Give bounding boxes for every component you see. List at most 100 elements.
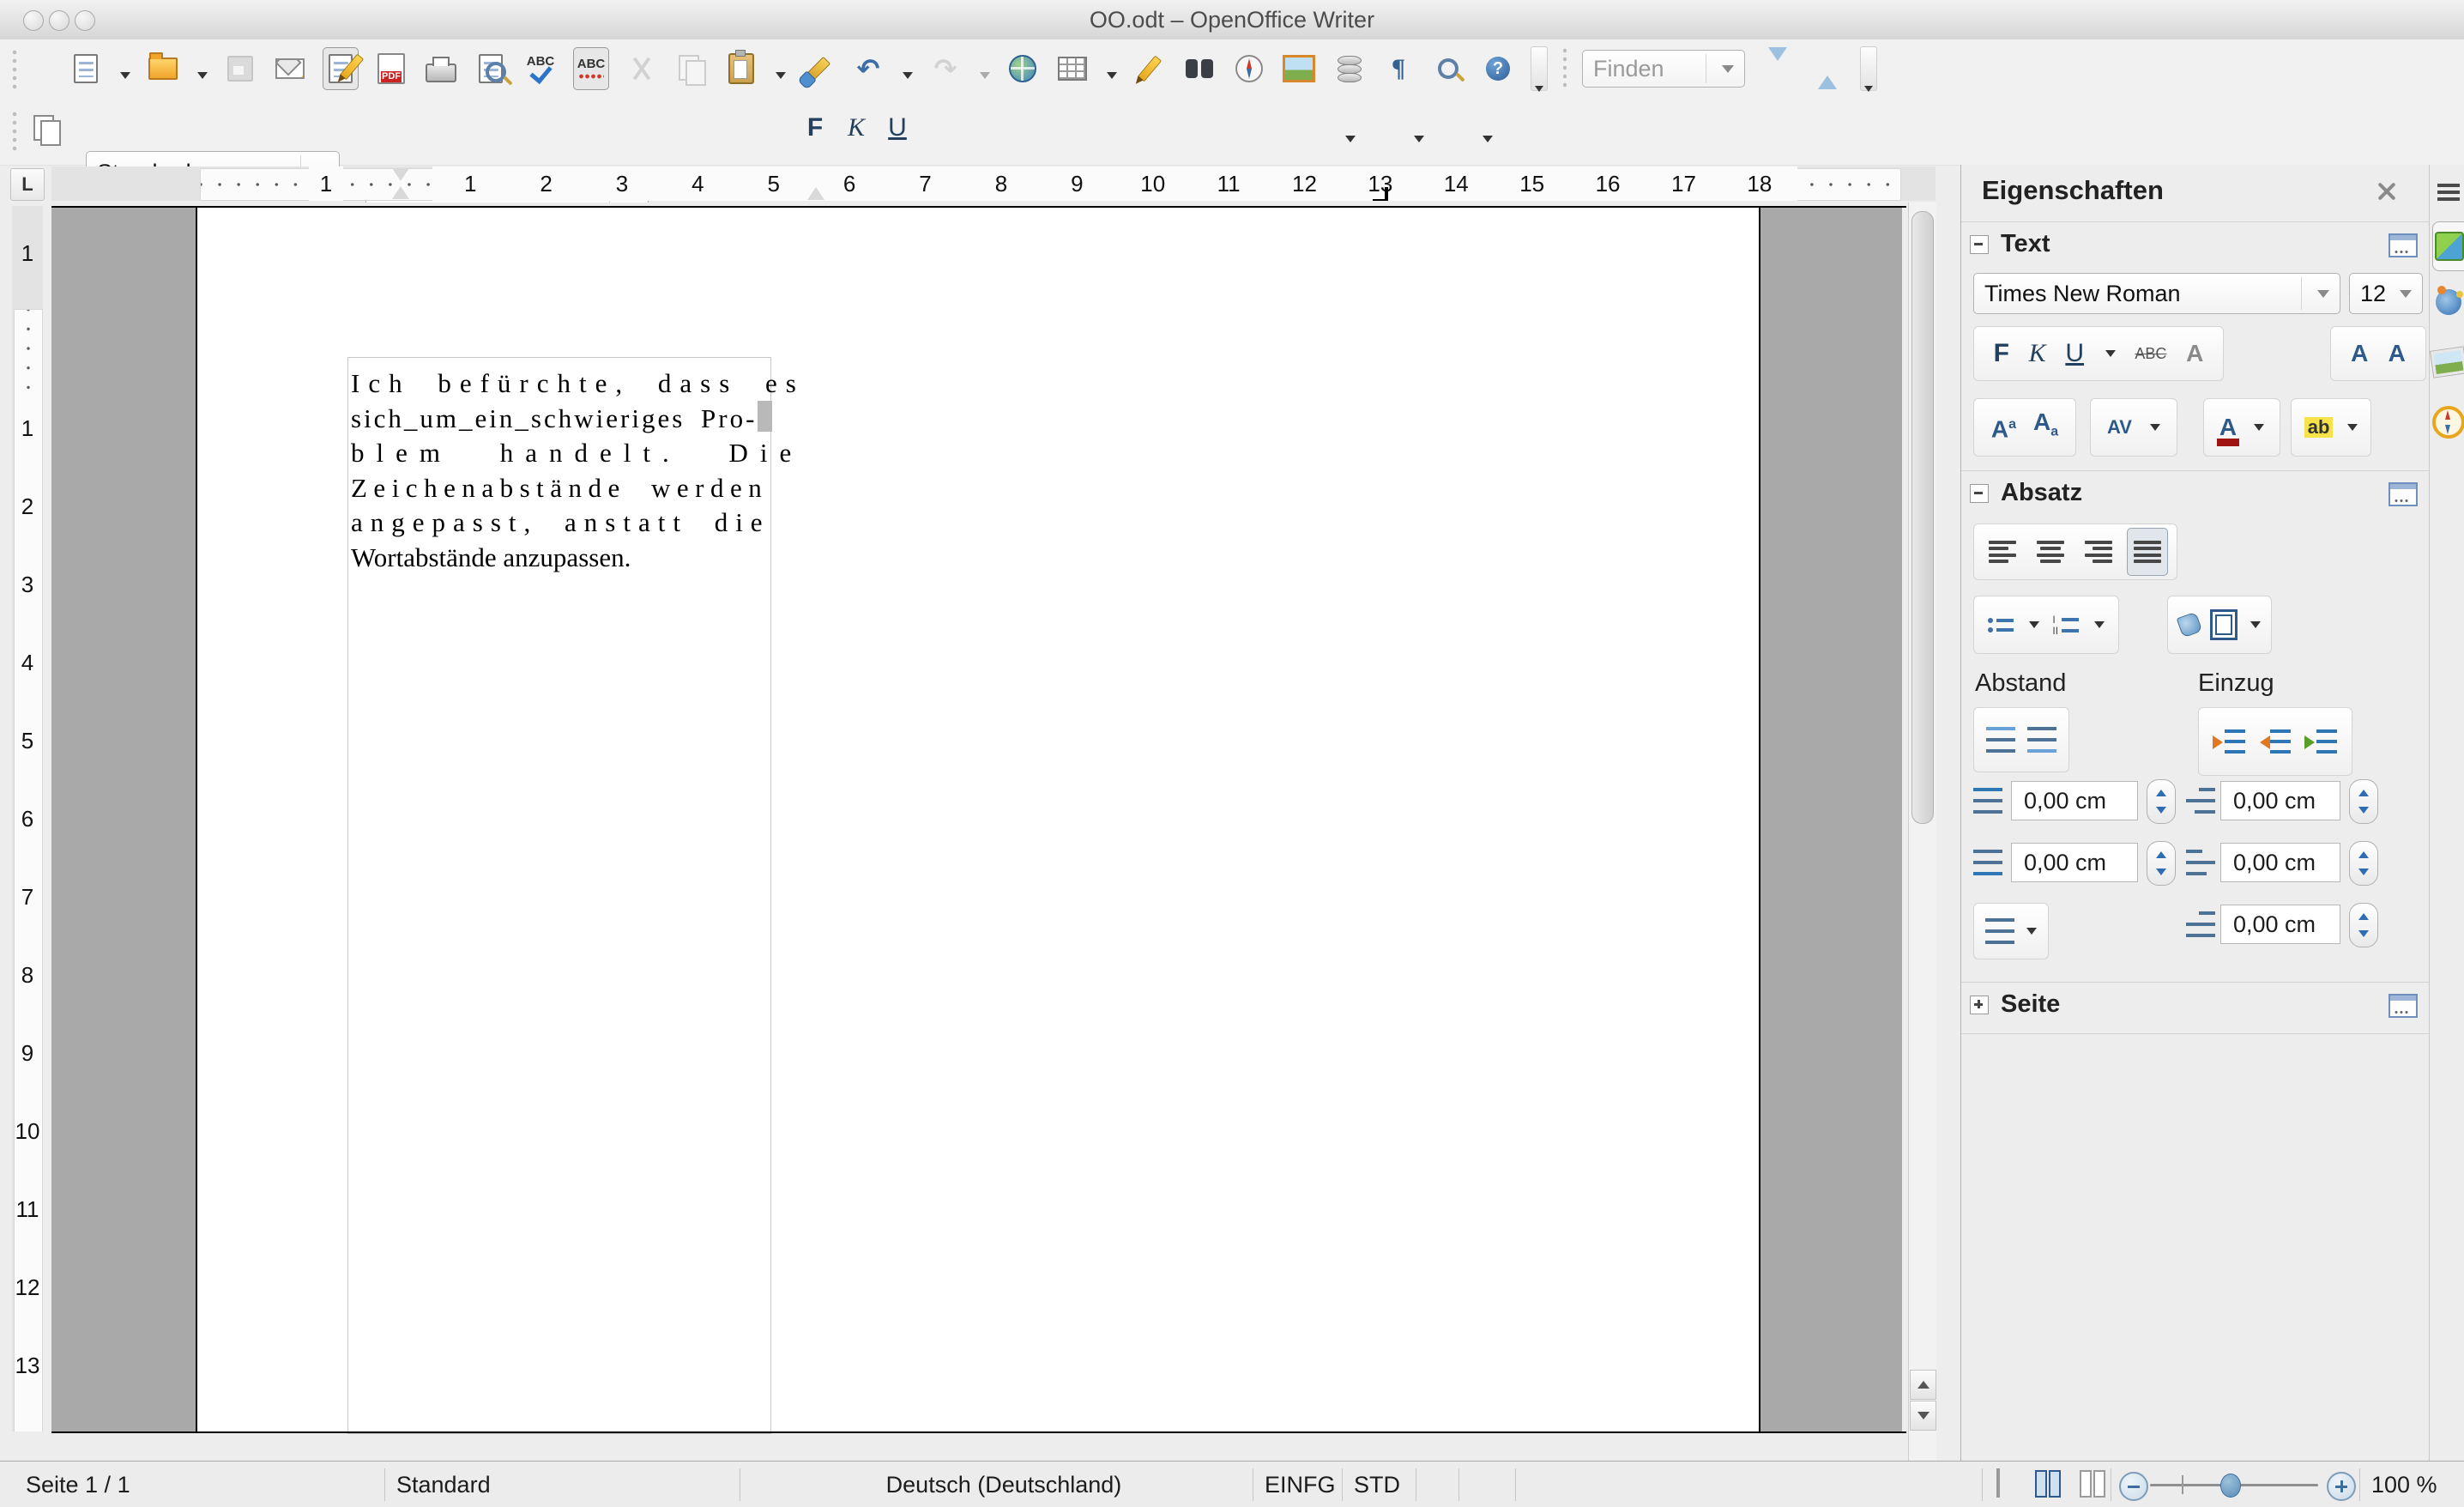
gallery-button[interactable] [1282,48,1316,89]
styles-formatting-button[interactable] [29,108,63,149]
after-indent-spinner[interactable] [2349,841,2378,886]
highlighting-dropdown[interactable] [1414,136,1424,142]
text-line[interactable]: Ich befürchte, dass es [351,366,796,402]
increase-spacing-button[interactable] [1986,727,2015,753]
print-button[interactable] [424,48,458,89]
edit-mode-button[interactable] [323,47,365,90]
scroll-down-button[interactable] [1910,1401,1936,1431]
sidebar-font-color-button[interactable]: A [2216,415,2240,446]
paste-dropdown[interactable] [776,72,786,79]
open-button[interactable] [146,48,180,89]
line-spacing-dropdown[interactable] [2026,928,2038,935]
paragraph-dialog-launcher-icon[interactable] [2389,482,2418,506]
horizontal-ruler[interactable]: 1 1 2 3 4 5 6 7 8 9 10 11 12 13 14 15 16 17 18 [51,166,1936,201]
bold-button[interactable]: F [798,113,832,142]
find-previous-button[interactable] [1810,48,1845,89]
find-dropdown-icon[interactable] [1722,64,1734,73]
sidebar-font-size-combo[interactable]: 12 [2349,273,2423,314]
below-spacing-spinner[interactable] [2147,841,2176,886]
italic-button[interactable]: K [839,113,873,142]
insert-mode-status[interactable]: EINFG [1265,1472,1336,1498]
above-paragraph-spacing-field[interactable]: 0,00 cm [2011,781,2138,820]
document-page[interactable]: Ich befürchte, dass es sich_um_ein_schwi… [196,208,1760,1434]
insert-table-button[interactable] [1055,48,1090,89]
zoom-out-button[interactable] [2119,1472,2148,1501]
sidebar-bullet-list-button[interactable] [1987,617,2014,632]
collapse-icon[interactable] [1970,483,1989,503]
find-toolbar-overflow-button[interactable] [1860,46,1877,92]
spellcheck-button[interactable]: ABC [523,48,558,89]
format-paintbrush-button[interactable] [801,48,836,89]
new-document-dropdown[interactable] [120,72,130,79]
scroll-up-button[interactable] [1910,1370,1936,1400]
text-line[interactable]: angepasst, anstatt die [351,505,768,541]
toolbar-overflow-button[interactable] [1531,46,1548,92]
text-line[interactable]: Wortabstände anzupassen. [351,541,768,576]
text-line[interactable]: Zeichenabstände werden [351,471,768,506]
text-dialog-launcher-icon[interactable] [2389,233,2418,257]
hanging-indent-button[interactable] [2304,729,2337,754]
sidebar-menu-button[interactable] [2432,173,2464,211]
text-section-header[interactable]: Text [1970,230,2050,258]
size-dropdown-icon[interactable] [2400,289,2412,298]
undo-dropdown[interactable] [903,72,913,79]
sidebar-highlighting-button[interactable]: ab [2304,417,2334,438]
formatting-marks-button[interactable]: ¶ [1381,48,1416,89]
numbered-list-dropdown[interactable] [2094,621,2105,628]
font-color-dropdown[interactable] [1345,136,1356,142]
shadow-button[interactable]: A [2186,342,2203,366]
sidebar-numbered-list-button[interactable]: I II [2052,614,2080,636]
toolbar-drag-handle[interactable] [12,48,17,89]
sidebar-tab-gallery[interactable] [2431,338,2464,386]
language-status[interactable]: Deutsch (Deutschland) [858,1472,1150,1498]
page-count-status[interactable]: Seite 1 / 1 [26,1472,130,1498]
zoom-button[interactable] [1431,48,1465,89]
sidebar-tab-people-globe[interactable] [2432,278,2464,326]
toolbar-drag-handle[interactable] [12,110,17,151]
find-next-button[interactable] [1760,47,1795,89]
data-sources-button[interactable] [1332,48,1366,89]
page-section-header[interactable]: Seite [1970,990,2060,1019]
right-indent-marker[interactable] [807,187,824,200]
navigator-button[interactable] [1232,48,1266,89]
sidebar-align-center-button[interactable] [2031,529,2070,575]
draw-functions-button[interactable] [1132,48,1167,89]
undo-button[interactable]: ↶ [851,48,885,89]
open-dropdown[interactable] [197,72,208,79]
help-button[interactable]: ? [1481,48,1515,89]
hyperlink-button[interactable] [1006,48,1040,89]
vertical-ruler[interactable]: 1 1234567891011121314 [12,206,43,1431]
decrease-font-size-button[interactable]: A [2389,342,2406,366]
insert-table-dropdown[interactable] [1107,72,1117,79]
paragraph-background-button[interactable] [2210,609,2238,640]
subscript-button[interactable]: Aa [2033,410,2058,445]
decrease-spacing-button[interactable] [2027,727,2056,753]
selection-mode-status[interactable]: STD [1354,1472,1400,1498]
tab-type-selector[interactable]: L [10,168,45,201]
sidebar-tab-navigator[interactable] [2432,398,2464,446]
text-line[interactable]: sich_um_ein_schwieriges Pro- [351,402,768,437]
sidebar-font-name-combo[interactable]: Times New Roman [1973,273,2340,314]
sidebar-align-right-button[interactable] [2079,529,2118,575]
title-bar[interactable]: OO.odt – OpenOffice Writer [0,0,2464,40]
superscript-button[interactable]: Aa [1991,413,2016,441]
character-spacing-dropdown[interactable] [2149,424,2160,431]
first-line-indent-spinner[interactable] [2349,903,2378,947]
export-pdf-button[interactable]: PDF [374,48,408,89]
before-indent-spinner[interactable] [2349,779,2378,824]
redo-dropdown[interactable] [980,72,990,79]
sidebar-font-color-dropdown[interactable] [2254,424,2265,431]
book-view-button[interactable] [2080,1470,2105,1499]
bullet-list-dropdown[interactable] [2028,621,2039,628]
background-color-dropdown[interactable] [1483,136,1493,142]
indent-marker[interactable] [392,168,409,199]
autospellcheck-button[interactable]: ABC [573,47,609,90]
text-line[interactable]: blem handelt. Die [351,436,791,471]
line-spacing-button[interactable] [1984,918,2014,944]
below-paragraph-spacing-field[interactable]: 0,00 cm [2011,843,2138,882]
after-text-indent-field[interactable]: 0,00 cm [2220,843,2340,882]
paragraph-background-bucket-icon[interactable] [2176,611,2202,639]
single-page-view-button[interactable] [1996,1468,2022,1499]
sidebar-underline-button[interactable]: U [2065,339,2084,368]
before-text-indent-field[interactable]: 0,00 cm [2220,781,2340,820]
